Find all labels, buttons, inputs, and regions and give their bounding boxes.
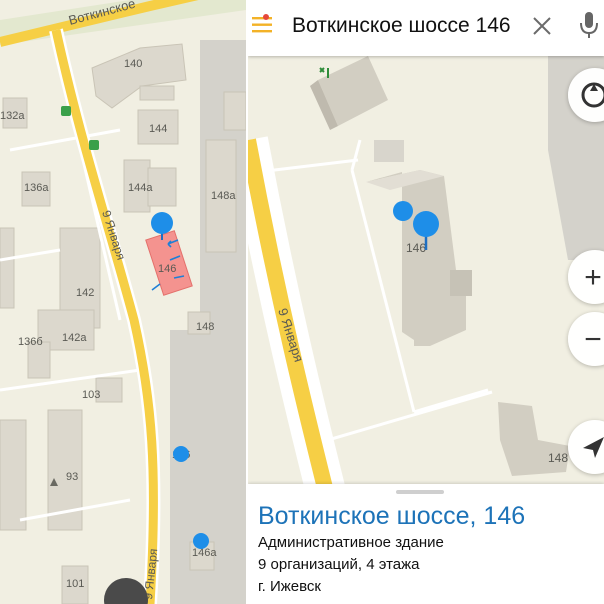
zoom-in-button[interactable]: + [568,250,604,304]
building-label: 148 [196,321,214,333]
compass-button[interactable] [568,68,604,122]
my-location-button[interactable] [568,420,604,474]
bus-stop-icon[interactable] [89,140,99,150]
organization-marker[interactable] [393,201,413,221]
building-label: 103 [82,389,100,401]
building-label: 148а [211,190,236,202]
card-city: г. Ижевск [258,578,321,595]
right-map[interactable]: 9 Января 146 148 Воткинское шоссе 146 + … [248,0,604,604]
organization-marker[interactable] [173,446,189,462]
building-label: 132а [0,110,25,122]
card-title: Воткинское шоссе, 146 [258,502,526,530]
building-label: 146 [406,241,426,255]
minus-icon: − [584,323,602,356]
building-label: 101 [66,578,84,590]
compass-icon [581,82,604,108]
left-map[interactable]: Воткинское 9 Января 9 Января 140 132а 14… [0,0,246,604]
info-card[interactable]: Воткинское шоссе, 146 Административное з… [248,484,604,604]
card-building-type: Административное здание [258,534,444,551]
location-arrow-icon [583,437,604,458]
left-map-canvas[interactable]: Воткинское 9 Января 9 Января 140 132а 14… [0,0,246,604]
building-label: 146а [192,547,217,559]
building-label: 146 [158,263,176,275]
building-label: 142а [62,332,87,344]
building-label: 140 [124,58,142,70]
search-bar[interactable]: Воткинское шоссе 146 [248,0,604,56]
building-label: 144 [149,123,167,135]
clear-icon[interactable] [530,14,554,38]
organization-marker[interactable] [193,533,209,549]
building-label: 136а [24,182,49,194]
plus-icon: + [584,261,602,294]
building-label: 142 [76,287,94,299]
building-label: 136б [18,336,43,348]
building-label: 148 [548,451,568,465]
bus-stop-icon[interactable] [61,106,71,116]
svg-text:−: − [584,323,602,356]
mic-icon[interactable] [578,10,600,40]
svg-text:+: + [584,261,602,294]
building-label: 144а [128,182,153,194]
card-details: 9 организаций, 4 этажа [258,556,420,573]
zoom-out-button[interactable]: − [568,312,604,366]
card-drag-handle[interactable] [396,490,444,494]
search-input[interactable]: Воткинское шоссе 146 [292,14,511,38]
menu-icon[interactable] [252,14,274,36]
building-label: 93 [66,471,78,483]
